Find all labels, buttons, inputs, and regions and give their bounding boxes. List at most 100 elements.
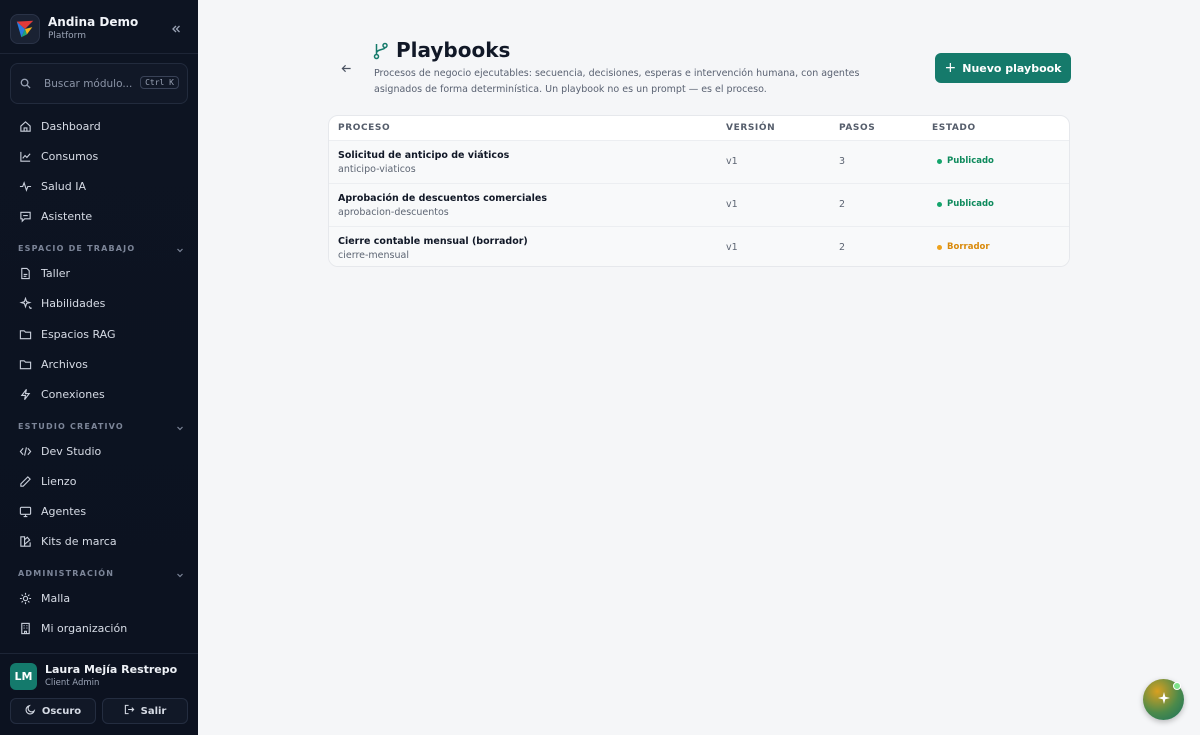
- nav-item-conexiones[interactable]: Conexiones: [10, 381, 188, 407]
- status-badge: Publicado: [937, 156, 994, 166]
- nav-item-consumos[interactable]: Consumos: [10, 143, 188, 169]
- nav-item-label: Dev Studio: [41, 444, 102, 458]
- sparkle-icon: [1156, 690, 1172, 710]
- chart-line-icon: [18, 149, 32, 163]
- collapse-sidebar-icon[interactable]: [168, 21, 184, 37]
- new-playbook-button[interactable]: + Nuevo playbook: [935, 53, 1071, 83]
- nav-item-kits-de-marca[interactable]: Kits de marca: [10, 528, 188, 554]
- nav-item-label: Dashboard: [41, 119, 101, 133]
- nav-item-mi-organizacion[interactable]: Mi organización: [10, 615, 188, 641]
- nav-item-archivos[interactable]: Archivos: [10, 351, 188, 377]
- nav-item-dashboard[interactable]: Dashboard: [10, 113, 188, 139]
- pencil-icon: [18, 474, 32, 488]
- status-dot-icon: [937, 244, 942, 250]
- avatar: LM: [10, 662, 37, 690]
- nav-item-asistente[interactable]: Asistente: [10, 203, 188, 229]
- building-icon: [18, 621, 32, 635]
- nav-item-label: Archivos: [41, 357, 88, 371]
- moon-icon: [25, 704, 36, 718]
- search-box[interactable]: Ctrl K: [10, 63, 188, 104]
- playbooks-table: PROCESO VERSIÓN PASOS ESTADO Solicitud d…: [328, 115, 1070, 267]
- nav-item-label: Asistente: [41, 209, 93, 223]
- section-label: ESPACIO DE TRABAJO: [18, 243, 136, 253]
- section-estudio-creativo[interactable]: ESTUDIO CREATIVO: [18, 419, 184, 433]
- process-version: v1: [726, 199, 738, 210]
- chevron-down-icon: [176, 239, 184, 258]
- status-badge: Publicado: [937, 199, 994, 209]
- nav-item-lienzo[interactable]: Lienzo: [10, 468, 188, 494]
- table-header: PROCESO VERSIÓN PASOS ESTADO: [329, 116, 1069, 140]
- nav-item-label: Malla: [41, 591, 71, 605]
- nav-item-label: Espacios RAG: [41, 327, 116, 341]
- sun-icon: [18, 591, 32, 605]
- logout-button[interactable]: Salir: [102, 698, 188, 724]
- process-slug: aprobacion-descuentos: [338, 207, 449, 218]
- divider: [0, 53, 198, 54]
- table-row[interactable]: Cierre contable mensual (borrador) cierr…: [329, 226, 1069, 266]
- nav-item-label: Habilidades: [41, 296, 106, 310]
- nav-item-label: Consumos: [41, 149, 99, 163]
- table-row[interactable]: Aprobación de descuentos comerciales apr…: [329, 183, 1069, 226]
- nav-item-habilidades[interactable]: Habilidades: [10, 290, 188, 316]
- process-steps: 3: [839, 156, 846, 167]
- column-header-status[interactable]: ESTADO: [932, 123, 976, 133]
- chevron-down-icon: [176, 564, 184, 583]
- home-icon: [18, 119, 32, 133]
- page-title: Playbooks: [396, 38, 511, 62]
- theme-toggle-label: Oscuro: [41, 705, 82, 717]
- chevron-down-icon: [176, 417, 184, 436]
- nav-item-espacios-rag[interactable]: Espacios RAG: [10, 321, 188, 347]
- nav-item-label: Conexiones: [41, 387, 105, 401]
- column-header-process[interactable]: PROCESO: [338, 123, 390, 133]
- nav-item-salud-ia[interactable]: Salud IA: [10, 173, 188, 199]
- status-label: Publicado: [947, 199, 994, 209]
- status-label: Publicado: [947, 156, 994, 166]
- nav-item-label: Mi organización: [41, 621, 128, 635]
- divider: [0, 653, 198, 654]
- assistant-fab-button[interactable]: [1143, 679, 1184, 720]
- branch-icon: [373, 42, 391, 60]
- brand[interactable]: Andina Demo Platform: [10, 12, 188, 46]
- nav-item-label: Lienzo: [41, 474, 77, 488]
- section-label: ADMINISTRACIÓN: [18, 568, 115, 578]
- section-espacio-de-trabajo[interactable]: ESPACIO DE TRABAJO: [18, 241, 184, 255]
- user-role: Client Admin: [45, 678, 100, 688]
- process-steps: 2: [839, 242, 846, 253]
- table-row[interactable]: Solicitud de anticipo de viáticos antici…: [329, 140, 1069, 183]
- column-header-version[interactable]: VERSIÓN: [726, 123, 775, 133]
- chat-icon: [18, 209, 32, 223]
- nav-item-malla[interactable]: Malla: [10, 585, 188, 611]
- process-version: v1: [726, 156, 738, 167]
- column-header-steps[interactable]: PASOS: [839, 123, 875, 133]
- status-badge: Borrador: [937, 242, 990, 252]
- status-dot-icon: [937, 158, 942, 164]
- status-dot-icon: [937, 201, 942, 207]
- nav-item-label: Agentes: [41, 504, 87, 518]
- nav-item-dev-studio[interactable]: Dev Studio: [10, 438, 188, 464]
- nav-item-label: Kits de marca: [41, 534, 117, 548]
- status-label: Borrador: [947, 242, 990, 252]
- back-arrow-icon[interactable]: [338, 60, 354, 76]
- sparkles-icon: [18, 296, 32, 310]
- section-administracion[interactable]: ADMINISTRACIÓN: [18, 566, 184, 580]
- nav-item-label: Taller: [41, 266, 71, 280]
- process-slug: cierre-mensual: [338, 250, 409, 261]
- theme-toggle-button[interactable]: Oscuro: [10, 698, 96, 724]
- process-slug: anticipo-viaticos: [338, 164, 416, 175]
- app-title: Andina Demo: [48, 15, 139, 29]
- process-name: Cierre contable mensual (borrador): [338, 236, 528, 247]
- plus-icon: +: [944, 60, 957, 76]
- section-label: ESTUDIO CREATIVO: [18, 421, 124, 431]
- bolt-icon: [18, 387, 32, 401]
- app-subtitle: Platform: [48, 31, 86, 41]
- search-input[interactable]: [44, 77, 136, 90]
- logout-label: Salir: [140, 705, 167, 717]
- palette-icon: [18, 534, 32, 548]
- nav-item-taller[interactable]: Taller: [10, 260, 188, 286]
- pulse-icon: [18, 179, 32, 193]
- user-profile[interactable]: LM Laura Mejía Restrepo Client Admin: [10, 662, 188, 690]
- process-steps: 2: [839, 199, 846, 210]
- nav-item-agentes[interactable]: Agentes: [10, 498, 188, 524]
- new-playbook-label: Nuevo playbook: [962, 61, 1062, 75]
- search-icon: [20, 74, 31, 93]
